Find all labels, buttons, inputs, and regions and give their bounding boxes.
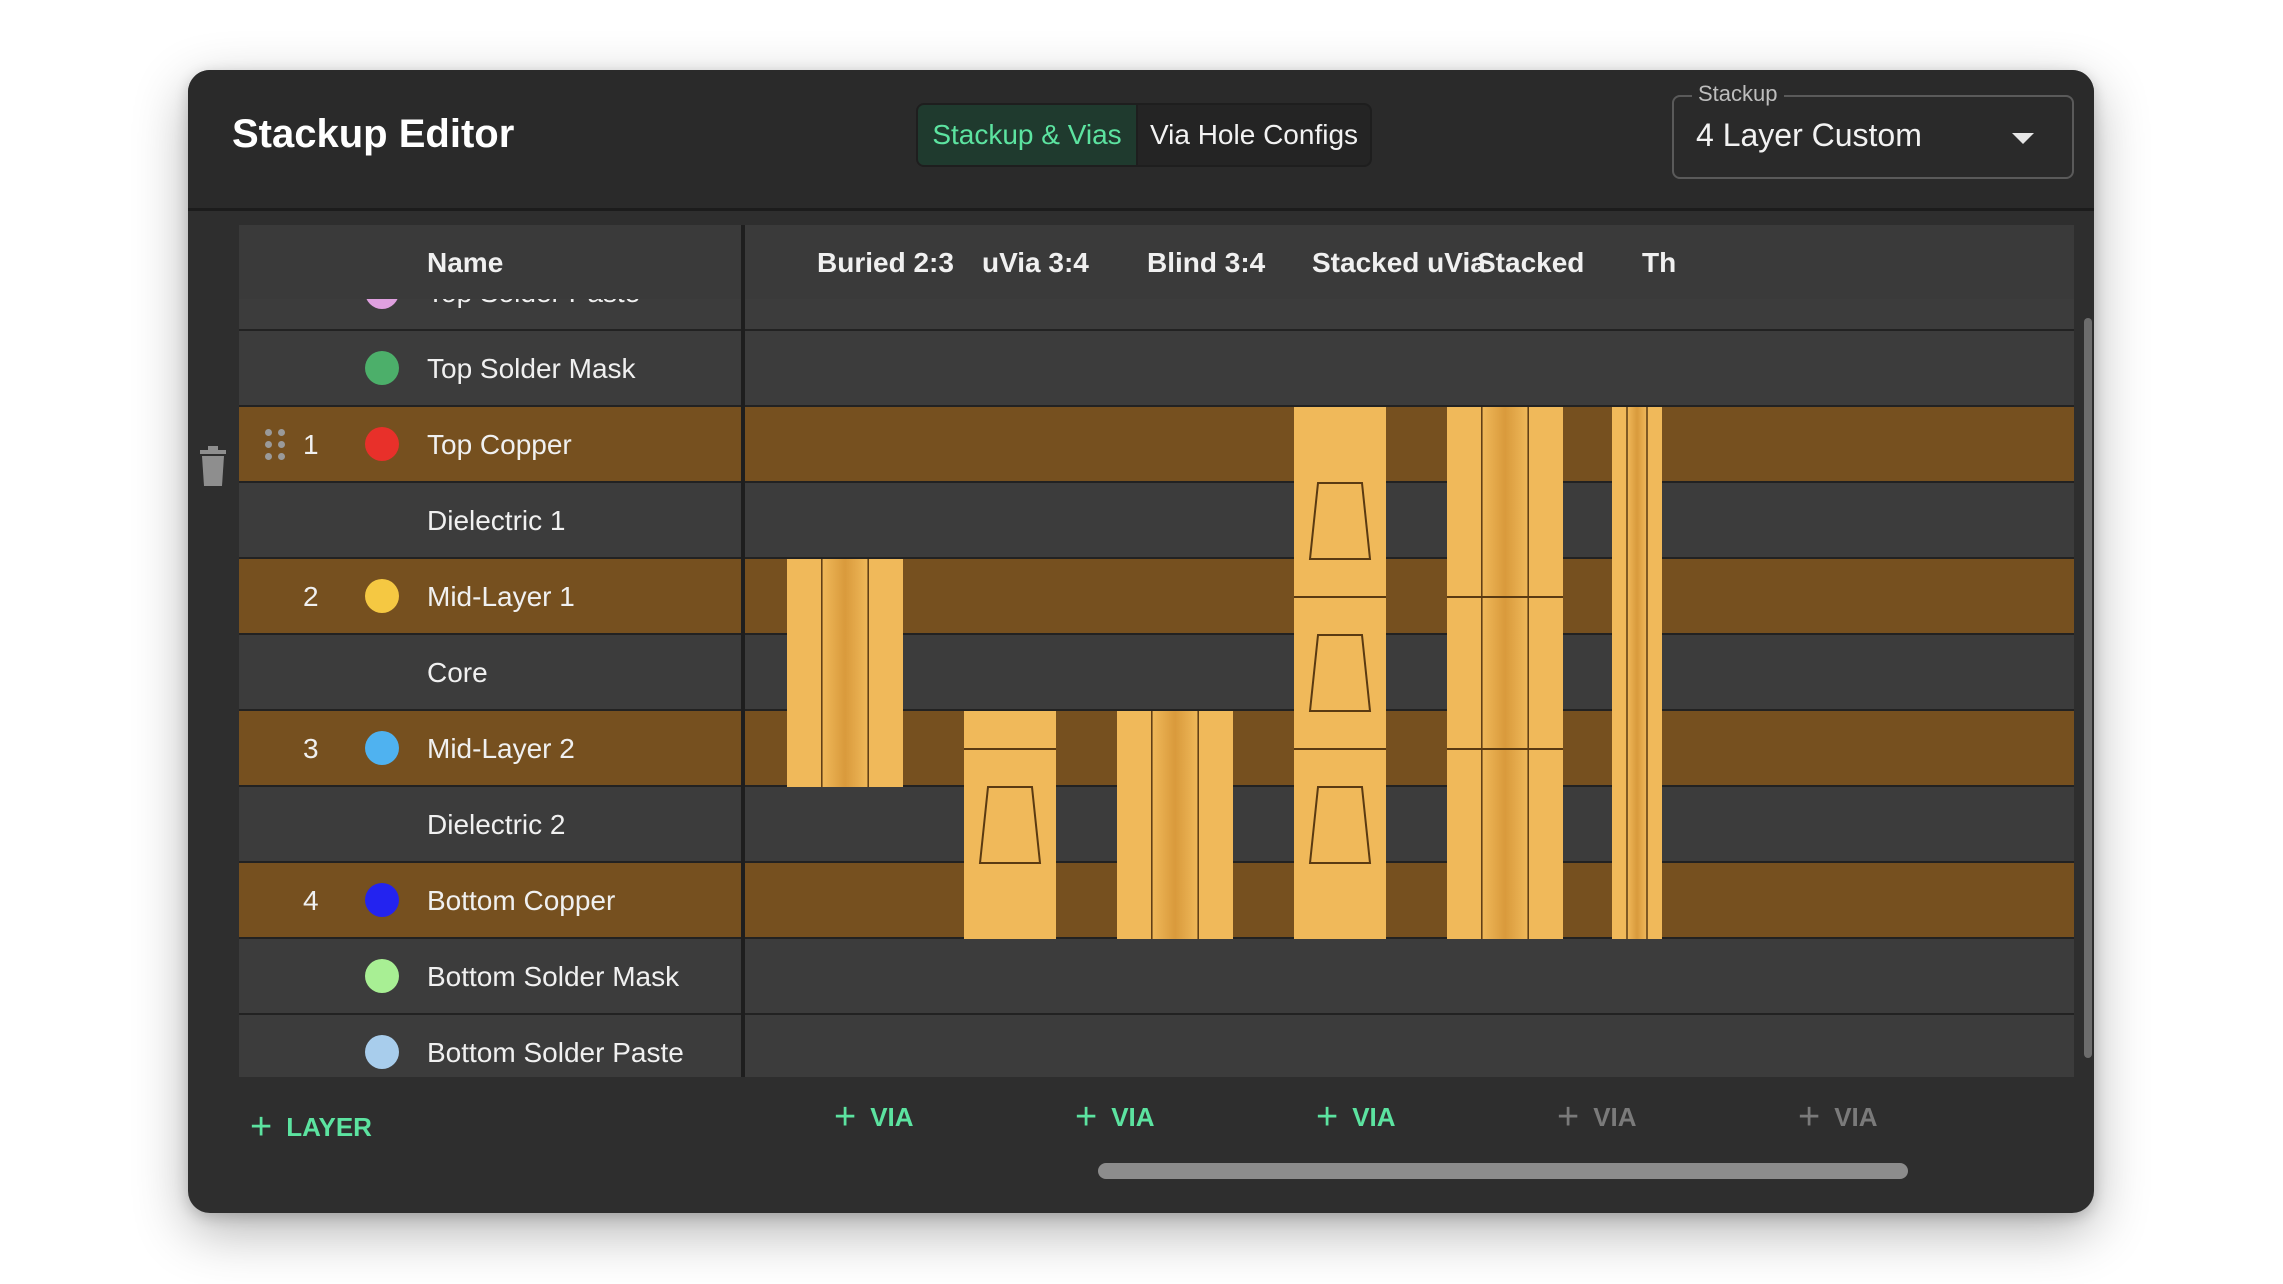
add-via-button-disabled: + VIA (1798, 1098, 1878, 1136)
layer-name: Top Solder Paste (427, 299, 640, 309)
layer-name: Top Copper (427, 429, 572, 460)
view-tabs: Stackup & Vias Via Hole Configs (916, 103, 1372, 167)
layer-color-swatch[interactable] (365, 1035, 399, 1069)
buried-via-barrel (821, 559, 869, 787)
header-bar: Stackup Editor Stackup & Vias Via Hole C… (188, 70, 2094, 211)
add-via-label: VIA (1593, 1101, 1637, 1132)
add-layer-label: LAYER (286, 1111, 372, 1142)
via-header-stacked-uvia[interactable]: Stacked uVia (1312, 247, 1486, 279)
via-column-headers: Buried 2:3 uVia 3:4 Blind 3:4 Stacked uV… (745, 225, 2074, 302)
stackup-grid: Name Buried 2:3 uVia 3:4 Blind 3:4 Stack… (239, 225, 2074, 1077)
add-via-button[interactable]: + VIA (834, 1098, 914, 1136)
through-via-barrel (1627, 407, 1647, 939)
add-via-button[interactable]: + VIA (1075, 1098, 1155, 1136)
layer-number: 3 (303, 733, 319, 764)
add-via-label: VIA (1834, 1101, 1878, 1132)
layer-name: Mid-Layer 2 (427, 733, 575, 764)
layer-name: Bottom Solder Paste (427, 1037, 684, 1068)
plus-icon: + (834, 1096, 857, 1138)
layer-color-swatch[interactable] (365, 959, 399, 993)
plus-icon: + (1316, 1096, 1339, 1138)
layer-number: 1 (303, 429, 319, 460)
layer-name: Bottom Solder Mask (427, 961, 680, 992)
plus-icon: + (1075, 1096, 1098, 1138)
vertical-scrollbar[interactable] (2084, 318, 2092, 1058)
page-title: Stackup Editor (232, 112, 515, 156)
stackup-select-value: 4 Layer Custom (1696, 117, 1922, 153)
via-header-blind[interactable]: Blind 3:4 (1147, 247, 1265, 279)
blind-via-barrel (1151, 711, 1199, 939)
via-diagram (745, 299, 2074, 1077)
stackup-select-label: Stackup (1692, 81, 1784, 107)
micro-via-pad (964, 711, 1056, 939)
layer-number: 2 (303, 581, 319, 612)
layer-name: Top Solder Mask (427, 353, 636, 384)
layer-name: Core (427, 657, 488, 688)
via-cross-section (787, 407, 1662, 939)
column-divider (741, 225, 745, 1077)
via-header-through[interactable]: Th (1642, 247, 1676, 279)
layer-name: Mid-Layer 1 (427, 581, 575, 612)
name-header-label: Name (427, 247, 504, 278)
layer-color-swatch[interactable] (365, 883, 399, 917)
tab-stackup-vias[interactable]: Stackup & Vias (918, 105, 1138, 165)
layer-name: Dielectric 1 (427, 505, 566, 536)
plus-icon: + (250, 1106, 273, 1148)
via-header-buried[interactable]: Buried 2:3 (817, 247, 954, 279)
add-via-label: VIA (870, 1101, 914, 1132)
plus-icon: + (1557, 1096, 1580, 1138)
layer-name: Dielectric 2 (427, 809, 566, 840)
stacked-blind-via-barrel (1481, 407, 1529, 939)
add-via-button-disabled: + VIA (1557, 1098, 1637, 1136)
layer-number: 4 (303, 885, 319, 916)
stacked-micro-via-pad (1294, 407, 1386, 939)
add-layer-button[interactable]: + LAYER (250, 1108, 372, 1146)
name-column-header: Name (239, 225, 741, 302)
chevron-down-icon (2012, 133, 2034, 144)
layer-color-swatch[interactable] (365, 731, 399, 765)
trash-icon[interactable] (199, 446, 227, 486)
layer-name: Bottom Copper (427, 885, 616, 916)
layer-color-swatch[interactable] (365, 579, 399, 613)
add-via-label: VIA (1111, 1101, 1155, 1132)
tab-via-hole-configs[interactable]: Via Hole Configs (1138, 105, 1370, 165)
plus-icon: + (1798, 1096, 1821, 1138)
layer-color-swatch[interactable] (365, 351, 399, 385)
horizontal-scrollbar[interactable] (1098, 1163, 1908, 1179)
drag-handle-icon[interactable] (265, 429, 291, 463)
via-header-uvia[interactable]: uVia 3:4 (982, 247, 1089, 279)
stackup-select[interactable]: Stackup 4 Layer Custom (1672, 81, 2074, 179)
add-via-button[interactable]: + VIA (1316, 1098, 1396, 1136)
layer-color-swatch[interactable] (365, 299, 399, 309)
layer-color-swatch[interactable] (365, 427, 399, 461)
add-via-label: VIA (1352, 1101, 1396, 1132)
via-header-stacked-blind[interactable]: Stacked Blind (1477, 247, 1590, 279)
stackup-editor-panel: Stackup Editor Stackup & Vias Via Hole C… (188, 70, 2094, 1213)
